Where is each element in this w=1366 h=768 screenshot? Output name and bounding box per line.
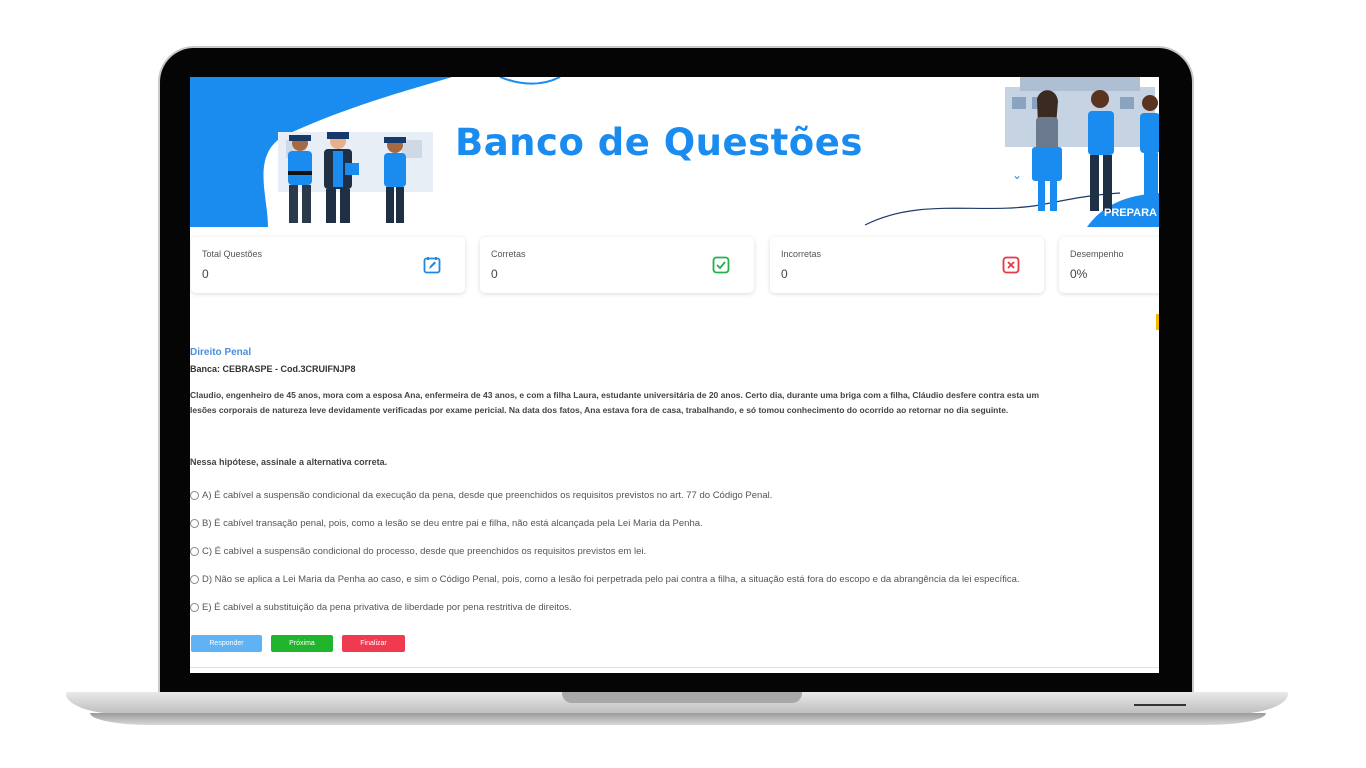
stat-value: 0 (491, 267, 498, 281)
radio-button[interactable] (190, 575, 199, 584)
radio-button[interactable] (190, 603, 199, 612)
proxima-button[interactable]: Próxima (271, 635, 333, 652)
question-stem-line: Claudio, engenheiro de 45 anos, mora com… (190, 390, 1039, 400)
question-subject: Direito Penal (190, 347, 252, 358)
option-d[interactable]: D) Não se aplica a Lei Maria da Penha ao… (190, 574, 1020, 585)
option-label: C) É cabível a suspensão condicional do … (202, 546, 647, 557)
laptop-notch (562, 692, 802, 703)
option-e[interactable]: E) É cabível a substituição da pena priv… (190, 602, 572, 613)
question-banca: Banca: CEBRASPE - Cod.3CRUIFNJP8 (190, 364, 356, 374)
stat-label: Corretas (491, 249, 526, 259)
stat-card-corretas: Corretas 0 (480, 237, 754, 293)
stat-card-total: Total Questões 0 (191, 237, 465, 293)
option-b[interactable]: B) É cabível transação penal, pois, como… (190, 518, 703, 529)
stat-label: Total Questões (202, 249, 263, 259)
finalizar-button[interactable]: Finalizar (342, 635, 405, 652)
question-stem: Claudio, engenheiro de 45 anos, mora com… (190, 388, 1159, 418)
edit-square-icon (423, 257, 441, 274)
radio-button[interactable] (190, 491, 199, 500)
header-banner: ⌄ · · · · · Banco de Questões PREPARA (190, 77, 1159, 227)
option-label: A) É cabível a suspensão condicional da … (202, 490, 773, 501)
question-stem-line: lesões corporais de natureza leve devida… (190, 405, 1009, 415)
side-marker (1156, 314, 1159, 330)
stat-value: 0 (202, 267, 209, 281)
banner-tagline: PREPARA (1104, 207, 1157, 219)
svg-text:⌄: ⌄ (1012, 168, 1022, 182)
browser-screen: ⌄ · · · · · Banco de Questões PREPARA To… (190, 77, 1159, 673)
stat-card-desempenho: Desempenho 0% (1059, 237, 1159, 293)
stat-card-incorretas: Incorretas 0 (770, 237, 1044, 293)
stat-value: 0 (781, 267, 788, 281)
divider (190, 667, 1159, 668)
question-prompt: Nessa hipótese, assinale a alternativa c… (190, 457, 388, 467)
radio-button[interactable] (190, 547, 199, 556)
check-square-icon (712, 256, 730, 274)
option-label: E) É cabível a substituição da pena priv… (202, 602, 572, 613)
stat-label: Desempenho (1070, 249, 1124, 259)
x-square-icon (1002, 256, 1020, 274)
option-label: D) Não se aplica a Lei Maria da Penha ao… (202, 574, 1020, 585)
option-c[interactable]: C) É cabível a suspensão condicional do … (190, 546, 646, 557)
responder-button[interactable]: Responder (191, 635, 262, 652)
laptop-base-shadow (90, 713, 1266, 725)
stat-label: Incorretas (781, 249, 822, 259)
stat-value: 0% (1070, 267, 1088, 281)
banner-title: Banco de Questões (455, 121, 863, 164)
option-a[interactable]: A) É cabível a suspensão condicional da … (190, 490, 772, 501)
decorative-dots: · · · · · (194, 79, 244, 88)
laptop-base-line (1134, 704, 1186, 706)
option-label: B) É cabível transação penal, pois, como… (202, 518, 703, 529)
radio-button[interactable] (190, 519, 199, 528)
